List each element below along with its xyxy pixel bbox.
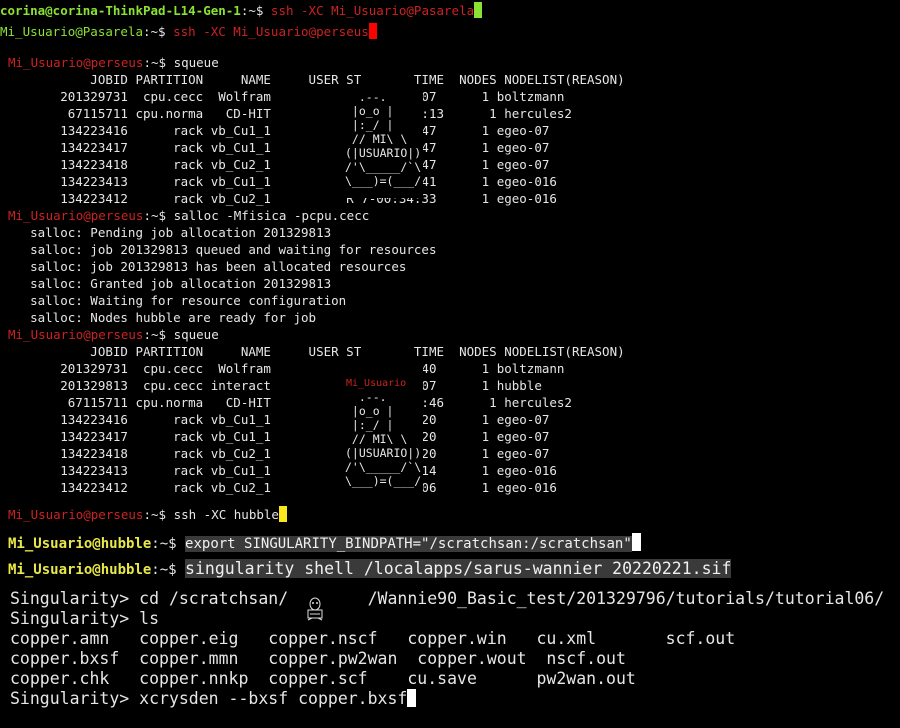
- squeue-row: 201329813 cpu.cecc interact R 0:07 1 hub…: [0, 378, 542, 393]
- singularity-xcrysden-line[interactable]: Singularity> xcrysden --bxsf copper.bxsf: [10, 689, 417, 709]
- prompt-user-host: Mi_Usuario@hubble: [8, 562, 152, 578]
- tux-small-icon: [307, 597, 323, 621]
- command-text: ssh -XC Mi_Usuario@perseus: [165, 24, 369, 39]
- prompt-sep: :~$: [151, 562, 177, 578]
- ls-output-row: copper.amn copper.eig copper.nscf copper…: [10, 629, 736, 648]
- cursor-block: [474, 2, 483, 18]
- squeue-row: 134223412 rack vb_Cu2_1 R 7-00:34:33 1 e…: [0, 191, 557, 206]
- squeue-row: 134223418 rack vb_Cu2_1 R 7:40:20 1 egeo…: [0, 446, 550, 461]
- prompt-user-host: Mi_Usuario@perseus: [8, 327, 144, 342]
- prompt-user-host: corina@corina-ThinkPad-L14-Gen-1: [0, 3, 241, 18]
- command-text: export SINGULARITY_BINDPATH="/scratchsan…: [185, 536, 632, 552]
- salloc-line: salloc: Granted job allocation 201329813: [0, 276, 332, 291]
- prompt-line-perseus: Mi_Usuario@perseus:~$ ssh -XC hubble: [8, 506, 287, 523]
- squeue-header: JOBID PARTITION NAME USER ST TIME NODES …: [0, 72, 625, 87]
- prompt-line-local: corina@corina-ThinkPad-L14-Gen-1:~$ ssh …: [0, 2, 483, 19]
- prompt-sep: :~$: [240, 3, 264, 18]
- prompt-user-host: Mi_Usuario@Pasarela: [0, 24, 143, 39]
- command-text: ssh -XC hubble: [166, 507, 279, 522]
- tux-mascot-small: [304, 589, 326, 621]
- mascot-art: .--. |o_o | |:_/ | // MI\ \ (|USUARIO|) …: [345, 390, 422, 488]
- singularity-ls-line: Singularity> ls: [10, 609, 160, 628]
- squeue-row: 134223416 rack vb_Cu1_1 R 7:40:20 1 egeo…: [0, 412, 550, 427]
- prompt-line-perseus: Mi_Usuario@perseus:~$ salloc -Mfisica -p…: [8, 207, 369, 224]
- prompt-line-pasarela: Mi_Usuario@Pasarela:~$ ssh -XC Mi_Usuari…: [0, 23, 377, 40]
- squeue-row: 134223417 rack vb_Cu1_1 R 7:39:47 1 egeo…: [0, 140, 550, 155]
- prompt-user-host: Mi_Usuario@hubble: [8, 536, 152, 552]
- prompt-sep: :~$: [143, 327, 167, 342]
- prompt-sep: :~$: [143, 507, 167, 522]
- squeue-row: 134223416 rack vb_Cu1_1 R 7:39:47 1 egeo…: [0, 123, 550, 138]
- cursor-block: [407, 689, 417, 707]
- prompt-user-host: Mi_Usuario@perseus: [8, 55, 144, 70]
- salloc-line: salloc: Waiting for resource configurati…: [0, 293, 347, 308]
- prompt-line-perseus: Mi_Usuario@perseus:~$ squeue: [8, 326, 219, 343]
- squeue-row: 134223417 rack vb_Cu1_1 R 7:40:20 1 egeo…: [0, 429, 550, 444]
- squeue-row: 201329731 cpu.cecc Wolfram R 2-22:43:07 …: [0, 89, 565, 104]
- cursor-block: [278, 506, 287, 522]
- squeue-row: 67115711 cpu.norma CD-HIT R 11-04:49:46 …: [0, 395, 572, 410]
- ls-output-row: copper.chk copper.nnkp copper.scf cu.sav…: [10, 669, 636, 688]
- prompt-sep: :~$: [143, 24, 166, 39]
- prompt-sep: :~$: [151, 536, 177, 552]
- tux-mascot-image: .--. |o_o | |:_/ | // MI\ \ (|USUARIO|) …: [345, 90, 423, 198]
- prompt-sep: :~$: [143, 55, 167, 70]
- tux-mascot-image: Mi_Usuario .--. |o_o | |:_/ | // MI\ \ (…: [345, 362, 423, 498]
- mascot-label: Mi_Usuario: [346, 378, 407, 389]
- command-text: squeue: [166, 327, 219, 342]
- squeue-row: 134223413 rack vb_Cu1_1 R 7-00:13:14 1 e…: [0, 463, 557, 478]
- squeue-row: 134223418 rack vb_Cu2_1 R 7:39:47 1 egeo…: [0, 157, 550, 172]
- singularity-cd-line: Singularity> cd /scratchsan/ /Wannie90_B…: [10, 589, 885, 608]
- squeue-row: 67115711 cpu.norma CD-HIT R 11-04:49:13 …: [0, 106, 572, 121]
- ls-output-row: copper.bxsf copper.mmn copper.pw2wan cop…: [10, 649, 626, 668]
- prompt-line-hubble: Mi_Usuario@hubble:~$ export SINGULARITY_…: [8, 533, 641, 553]
- command-text: squeue: [166, 55, 219, 70]
- prompt-sep: :~$: [143, 208, 167, 223]
- salloc-line: salloc: Nodes hubble are ready for job: [0, 310, 317, 325]
- prompt-user-host: Mi_Usuario@perseus: [8, 208, 144, 223]
- cursor-block: [368, 23, 377, 39]
- prompt-user-host: Mi_Usuario@perseus: [8, 507, 144, 522]
- prompt-line-perseus: Mi_Usuario@perseus:~$ squeue: [8, 54, 219, 71]
- squeue-row: 201329731 cpu.cecc Wolfram R 2-22:43:40 …: [0, 361, 565, 376]
- salloc-line: salloc: job 201329813 queued and waiting…: [0, 242, 437, 257]
- prompt-line-hubble: Mi_Usuario@hubble:~$ singularity shell /…: [8, 559, 732, 579]
- salloc-line: salloc: job 201329813 has been allocated…: [0, 259, 407, 274]
- squeue-header: JOBID PARTITION NAME USER ST TIME NODES …: [0, 344, 625, 359]
- command-text: ssh -XC Mi_Usuario@Pasarela: [263, 3, 475, 18]
- salloc-line: salloc: Pending job allocation 201329813: [0, 225, 332, 240]
- squeue-row: 134223412 rack vb_Cu2_1 R 7-00:35:06 1 e…: [0, 480, 557, 495]
- command-text: salloc -Mfisica -pcpu.cecc: [166, 208, 370, 223]
- cursor-block: [631, 533, 641, 551]
- command-text: Singularity> xcrysden --bxsf copper.bxsf: [10, 689, 408, 708]
- squeue-row: 134223413 rack vb_Cu1_1 R 7-00:12:41 1 e…: [0, 174, 557, 189]
- command-text: singularity shell /localapps/sarus-wanni…: [185, 559, 732, 578]
